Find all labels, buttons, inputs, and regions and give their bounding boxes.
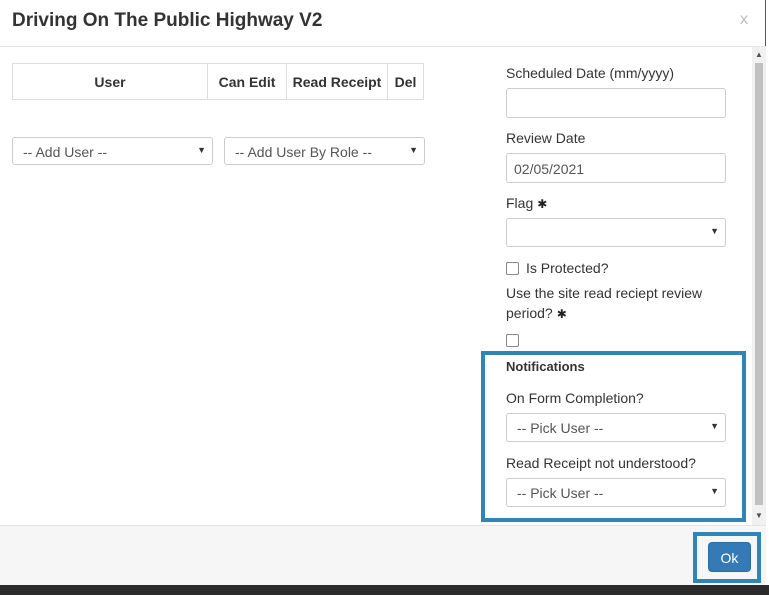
review-date-input[interactable]: 02/05/2021 <box>506 153 726 183</box>
table-header-row: User Can Edit Read Receipt Del <box>12 63 424 100</box>
add-user-by-role-select-value: -- Add User By Role -- <box>235 144 372 160</box>
scrollbar-thumb[interactable] <box>755 63 763 505</box>
column-header-read-receipt: Read Receipt <box>286 63 388 100</box>
asterisk-icon: ✱ <box>556 307 567 321</box>
close-button[interactable]: x <box>740 11 748 29</box>
review-date-value: 02/05/2021 <box>514 161 585 177</box>
ok-button[interactable]: Ok <box>708 542 751 572</box>
scheduled-date-label: Scheduled Date (mm/yyyy) <box>506 65 675 81</box>
chevron-down-icon: ▼ <box>197 145 206 155</box>
flag-select[interactable]: ▼ <box>506 218 726 247</box>
chevron-down-icon: ▼ <box>409 145 418 155</box>
is-protected-checkbox[interactable] <box>506 262 519 275</box>
scheduled-date-input[interactable] <box>506 88 726 118</box>
flag-label-text: Flag <box>506 195 534 211</box>
modal-backdrop <box>0 585 769 595</box>
is-protected-label: Is Protected? <box>526 260 609 276</box>
column-header-delete: Del <box>387 63 424 100</box>
modal-title: Driving On The Public Highway V2 <box>12 10 323 31</box>
chevron-down-icon: ▼ <box>710 226 719 236</box>
modal-dialog: Driving On The Public Highway V2 x User … <box>0 0 766 585</box>
notifications-highlight-box <box>481 351 746 522</box>
column-header-can-edit: Can Edit <box>207 63 287 100</box>
site-read-receipt-label-text: Use the site read reciept review period? <box>506 285 703 321</box>
asterisk-icon: ✱ <box>537 197 548 211</box>
user-permissions-table: User Can Edit Read Receipt Del <box>12 63 424 100</box>
site-read-receipt-label: Use the site read reciept review period?… <box>506 283 736 324</box>
review-date-label: Review Date <box>506 130 586 146</box>
add-user-by-role-select[interactable]: -- Add User By Role -- ▼ <box>224 137 425 165</box>
site-read-receipt-checkbox[interactable] <box>506 334 519 347</box>
scroll-down-arrow-icon[interactable]: ▼ <box>755 511 763 520</box>
column-header-user: User <box>12 63 208 100</box>
add-user-select[interactable]: -- Add User -- ▼ <box>12 137 213 165</box>
modal-footer: Ok <box>0 525 766 585</box>
modal-body: User Can Edit Read Receipt Del -- Add Us… <box>0 47 766 525</box>
modal-header: Driving On The Public Highway V2 x <box>0 0 766 47</box>
add-user-select-value: -- Add User -- <box>23 144 108 160</box>
scroll-up-arrow-icon[interactable]: ▲ <box>755 50 763 59</box>
modal-scrollbar[interactable]: ▲ ▼ <box>752 47 766 525</box>
flag-label: Flag ✱ <box>506 193 547 214</box>
